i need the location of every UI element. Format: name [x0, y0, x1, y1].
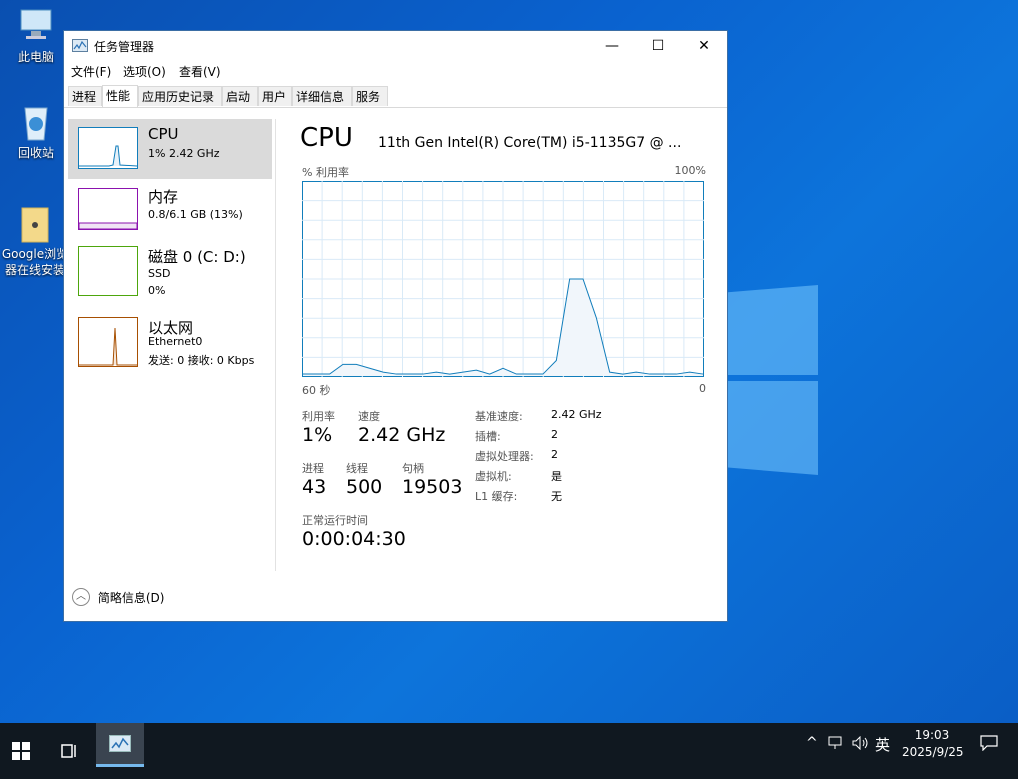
fewer-details-toggle[interactable]: ︿ 简略信息(D) — [72, 588, 164, 606]
spec-value: 是 — [551, 470, 562, 483]
windows-start-icon — [12, 742, 30, 760]
sidebar-item-sub: Ethernet0 — [148, 335, 203, 348]
desktop-icon-label: Google浏览器在线安装 — [1, 247, 69, 277]
spec-key: 虚拟处理器: — [475, 450, 534, 463]
notification-icon — [980, 735, 998, 752]
chevron-up-icon: ︿ — [72, 588, 90, 606]
title-bar[interactable]: 任务管理器 — ☐ ✕ — [64, 31, 727, 61]
menu-view[interactable]: 查看(V) — [179, 63, 221, 80]
spec-key: 插槽: — [475, 430, 501, 443]
tab-processes[interactable]: 进程 — [68, 86, 102, 106]
sidebar-item-sub: 1% 2.42 GHz — [148, 147, 220, 160]
tab-strip: 进程 性能 应用历史记录 启动 用户 详细信息 服务 — [64, 85, 727, 108]
task-view-icon — [61, 744, 76, 758]
sidebar-item-label: 内存 — [148, 188, 179, 206]
tab-services[interactable]: 服务 — [352, 86, 388, 106]
graph-x-end: 0 — [699, 382, 706, 395]
uptime-value: 0:00:04:30 — [302, 528, 406, 550]
processes-label: 进程 — [302, 462, 324, 475]
graph-y-max: 100% — [674, 164, 706, 177]
folder-icon — [16, 204, 54, 243]
clock-time: 19:03 — [914, 728, 950, 742]
task-manager-window: 任务管理器 — ☐ ✕ 文件(F) 选项(O) 查看(V) 进程 性能 应用历史… — [63, 30, 728, 622]
cpu-usage-graph — [302, 181, 704, 377]
threads-value: 500 — [346, 476, 383, 498]
sidebar-item-label: 磁盘 0 (C: D:) — [148, 248, 246, 266]
windows-logo-wallpaper — [728, 285, 820, 475]
memory-mini-graph — [78, 188, 138, 230]
sidebar-item-label: CPU — [148, 125, 179, 143]
util-value: 1% — [302, 424, 333, 446]
ime-indicator[interactable]: 英 — [875, 734, 890, 755]
util-label: 利用率 — [302, 410, 335, 423]
sidebar-item-sub: 0.8/6.1 GB (13%) — [148, 208, 243, 221]
menu-file[interactable]: 文件(F) — [71, 63, 111, 80]
ethernet-mini-graph — [78, 317, 138, 367]
uptime-label: 正常运行时间 — [302, 514, 368, 527]
spec-key: 虚拟机: — [475, 470, 512, 483]
sidebar-item-sub2: 0% — [148, 284, 166, 297]
handles-label: 句柄 — [402, 462, 424, 475]
volume-icon[interactable] — [852, 735, 870, 753]
desktop-icon-this-pc[interactable]: 此电脑 — [1, 6, 71, 65]
taskbar-task-manager[interactable] — [96, 723, 144, 767]
spec-value: 2 — [551, 428, 558, 441]
disk-mini-graph — [78, 246, 138, 296]
threads-label: 线程 — [346, 462, 368, 475]
clock-date: 2025/9/25 — [902, 745, 964, 759]
speed-value: 2.42 GHz — [358, 424, 446, 446]
processes-value: 43 — [302, 476, 327, 498]
task-view-button[interactable] — [60, 742, 78, 763]
sidebar-item-cpu[interactable]: CPU 1% 2.42 GHz — [68, 119, 272, 179]
tab-app-history[interactable]: 应用历史记录 — [138, 86, 222, 106]
sidebar-item-disk[interactable]: 磁盘 0 (C: D:) SSD 0% — [68, 240, 272, 300]
cpu-model: 11th Gen Intel(R) Core(TM) i5-1135G7 @ .… — [378, 135, 682, 151]
fewer-details-label: 简略信息(D) — [97, 590, 165, 605]
task-manager-icon — [109, 735, 131, 752]
spec-value: 无 — [551, 490, 562, 503]
desktop-icon-label: 回收站 — [17, 146, 54, 160]
network-icon[interactable] — [828, 736, 844, 753]
maximize-button[interactable]: ☐ — [635, 31, 681, 61]
start-button[interactable] — [12, 742, 30, 763]
minimize-button[interactable]: — — [589, 31, 635, 61]
close-button[interactable]: ✕ — [681, 31, 727, 61]
tab-users[interactable]: 用户 — [258, 86, 292, 106]
cpu-mini-graph — [78, 127, 138, 169]
recycle-bin-icon — [17, 102, 55, 141]
desktop-icon-label: 此电脑 — [17, 50, 54, 64]
menu-bar: 文件(F) 选项(O) 查看(V) — [64, 61, 727, 81]
panel-divider — [275, 119, 276, 571]
sidebar-item-memory[interactable]: 内存 0.8/6.1 GB (13%) — [68, 180, 272, 240]
tab-details[interactable]: 详细信息 — [292, 86, 352, 106]
menu-options[interactable]: 选项(O) — [123, 63, 166, 80]
notification-button[interactable] — [980, 735, 998, 754]
graph-y-label: % 利用率 — [302, 166, 349, 179]
chevron-up-icon[interactable]: ^ — [806, 735, 818, 751]
desktop-icon-google-installer[interactable]: Google浏览器在线安装 — [1, 204, 69, 278]
page-title: CPU — [300, 123, 353, 153]
spec-key: 基准速度: — [475, 410, 523, 423]
speed-label: 速度 — [358, 410, 380, 423]
sidebar-item-ethernet[interactable]: 以太网 Ethernet0 发送: 0 接收: 0 Kbps — [68, 311, 272, 371]
clock[interactable]: 19:03 2025/9/25 — [902, 727, 964, 761]
computer-icon — [17, 6, 55, 44]
spec-value: 2.42 GHz — [551, 408, 602, 421]
window-title: 任务管理器 — [94, 40, 155, 54]
spec-value: 2 — [551, 448, 558, 461]
tab-performance[interactable]: 性能 — [102, 85, 138, 107]
spec-key: L1 缓存: — [475, 490, 518, 503]
handles-value: 19503 — [402, 476, 463, 498]
graph-x-start: 60 秒 — [302, 384, 331, 397]
taskbar: ^ 英 19:03 2025/9/25 — [0, 723, 1018, 779]
tab-startup[interactable]: 启动 — [222, 86, 258, 106]
sidebar-item-sub2: 发送: 0 接收: 0 Kbps — [148, 354, 255, 367]
sidebar-item-sub: SSD — [148, 267, 171, 280]
task-manager-icon — [72, 39, 88, 53]
desktop-icon-recycle-bin[interactable]: 回收站 — [1, 102, 71, 161]
